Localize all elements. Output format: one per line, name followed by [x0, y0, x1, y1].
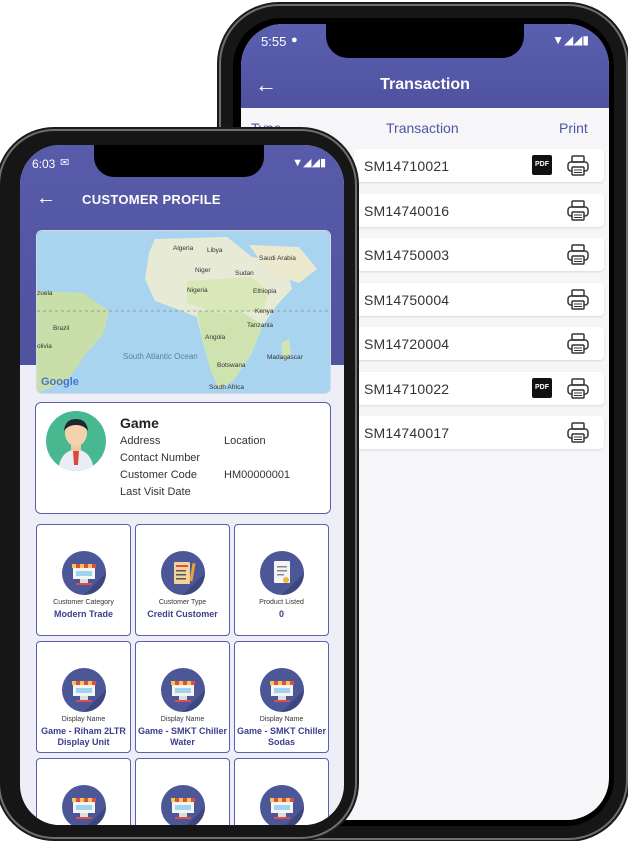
- back-arrow-icon[interactable]: ←: [36, 187, 56, 210]
- map-label-tanzania: Tanzania: [247, 322, 273, 329]
- transaction-row[interactable]: SM14710021 PDF: [354, 149, 604, 182]
- map-label-angola: Angola: [205, 334, 226, 341]
- info-tile[interactable]: [135, 758, 230, 825]
- map-label-libya: Libya: [207, 247, 223, 254]
- map-label-algeria: Algeria: [173, 245, 194, 252]
- wifi-signal-battery-icon: ▼◢◢▮: [552, 33, 589, 47]
- map-graphic: Algeria Libya Saudi Arabia Niger Sudan N…: [37, 231, 330, 393]
- printer-icon[interactable]: [567, 155, 589, 176]
- transaction-id: SM14720004: [364, 336, 450, 352]
- map-label-ethiopia: Ethiopia: [253, 288, 277, 295]
- google-logo: Google: [41, 376, 79, 388]
- transaction-row[interactable]: SM14750004: [354, 282, 604, 316]
- tile-value: 0: [278, 609, 284, 619]
- map-label-madagascar: Madagascar: [267, 354, 304, 361]
- map-label-kenya: Kenya: [255, 308, 274, 315]
- printer-icon[interactable]: [567, 377, 589, 399]
- tile-value: Game - Riham 2LTR Display Unit: [41, 726, 126, 747]
- store-icon: [260, 785, 304, 825]
- phone-notch: [326, 24, 524, 58]
- transaction-row[interactable]: SM14710022 PDF: [354, 371, 604, 405]
- status-time: 6:03: [32, 157, 56, 171]
- tile-caption: Display Name: [61, 716, 106, 723]
- location-label: Location: [224, 435, 266, 447]
- map-label-olivia: olivia: [37, 343, 52, 350]
- map-label-ocean: South Atlantic Ocean: [123, 352, 198, 361]
- tile-caption: Display Name: [160, 716, 205, 723]
- transaction-id: SM14710022: [364, 380, 450, 397]
- last-visit-label: Last Visit Date: [120, 486, 191, 498]
- info-tile[interactable]: Display Name Game - Riham 2LTR Display Un…: [36, 641, 131, 753]
- info-tile[interactable]: Display Name Game - SMKT Chiller Water: [135, 641, 230, 753]
- wifi-signal-battery-icon: ▼◢◢▮: [292, 157, 326, 169]
- tile-value: Modern Trade: [53, 609, 113, 619]
- store-icon: [62, 785, 106, 825]
- transaction-row[interactable]: SM14740016: [354, 193, 604, 227]
- store-icon: [62, 668, 106, 712]
- pdf-icon[interactable]: PDF: [532, 155, 552, 175]
- page-title: CUSTOMER PROFILE: [82, 192, 221, 207]
- tile-value: Credit Customer: [147, 609, 218, 619]
- map-label-brazil: Brazil: [53, 325, 70, 332]
- map-label-zuela: zuela: [37, 290, 53, 297]
- info-tile[interactable]: Product Listed 0: [234, 524, 329, 636]
- store-icon: [161, 668, 205, 712]
- transaction-id: SM14710021: [364, 158, 450, 174]
- transaction-row[interactable]: SM14740017: [354, 416, 604, 449]
- page-title: Transaction: [380, 76, 470, 93]
- transaction-id: SM14750004: [364, 291, 450, 308]
- location-icon: ●: [291, 34, 298, 46]
- store-icon: [260, 668, 304, 712]
- column-header-transaction: Transaction: [386, 120, 459, 136]
- info-tile[interactable]: Customer Category Modern Trade: [36, 524, 131, 636]
- transaction-row[interactable]: SM14750003: [354, 238, 604, 271]
- pdf-icon[interactable]: PDF: [532, 377, 552, 398]
- mail-icon: ✉: [60, 157, 70, 169]
- info-tile[interactable]: Display Name Game - SMKT Chiller Sodas: [234, 641, 329, 753]
- tile-caption: Customer Type: [158, 599, 207, 606]
- tile-caption: Customer Category: [53, 599, 114, 606]
- transaction-id: SM14740017: [364, 425, 450, 441]
- customer-profile-screen: 6:03 ✉ ▼◢◢▮ ← CUSTOMER PROFILE Algeria L…: [20, 145, 344, 825]
- document-icon: [260, 551, 304, 595]
- tile-value: Game - SMKT Chiller Sodas: [236, 726, 326, 747]
- store-icon: [161, 785, 205, 825]
- printer-icon[interactable]: [567, 333, 589, 354]
- store-icon: [62, 551, 106, 595]
- map-label-sudan: Sudan: [235, 270, 254, 277]
- customer-name: Game: [120, 415, 159, 431]
- clipboard-icon: [161, 551, 205, 595]
- transaction-id: SM14740016: [364, 202, 450, 219]
- map-label-south-africa: South Africa: [209, 384, 244, 391]
- transaction-id: SM14750003: [364, 247, 450, 263]
- customer-code-value: HM00000001: [224, 469, 291, 481]
- address-label: Address: [120, 435, 161, 447]
- status-time: 5:55: [261, 34, 287, 49]
- customer-info-card: Game Address Location Contact Number Cus…: [35, 402, 331, 514]
- customer-code-label: Customer Code: [120, 469, 198, 481]
- transaction-row[interactable]: SM14720004: [354, 327, 604, 360]
- info-tile[interactable]: [36, 758, 131, 825]
- location-map[interactable]: Algeria Libya Saudi Arabia Niger Sudan N…: [36, 230, 331, 394]
- map-label-botswana: Botswana: [217, 362, 246, 369]
- phone-notch: [94, 145, 264, 177]
- info-tile[interactable]: Customer Type Credit Customer: [135, 524, 230, 636]
- tile-caption: Display Name: [259, 716, 304, 723]
- contact-label: Contact Number: [120, 452, 201, 464]
- column-header-print: Print: [559, 120, 588, 136]
- map-label-nigeria: Nigeria: [187, 287, 208, 294]
- printer-icon[interactable]: [567, 422, 589, 443]
- map-label-niger: Niger: [195, 267, 211, 274]
- printer-icon[interactable]: [567, 199, 589, 221]
- tile-value: Game - SMKT Chiller Water: [137, 726, 227, 747]
- map-label-saudi: Saudi Arabia: [259, 255, 296, 262]
- tile-caption: Product Listed: [259, 599, 304, 606]
- printer-icon[interactable]: [567, 244, 589, 265]
- printer-icon[interactable]: [567, 288, 589, 310]
- avatar: [46, 411, 106, 471]
- info-tile[interactable]: [234, 758, 329, 825]
